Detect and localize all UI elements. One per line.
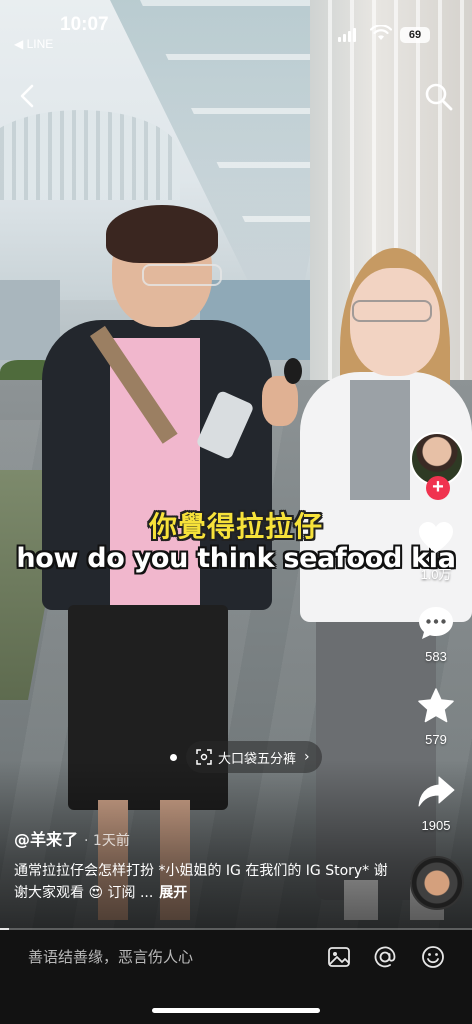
wifi-icon — [370, 25, 392, 40]
search-icon[interactable] — [422, 80, 456, 114]
music-disc[interactable] — [410, 856, 464, 910]
post-time: · 1天前 — [84, 833, 130, 849]
share-count: 1905 — [421, 818, 451, 833]
back-to-app-link[interactable]: ◀ LINE — [14, 37, 53, 51]
man-glasses — [142, 264, 222, 286]
page-dot — [170, 754, 177, 761]
comment-bar: 善语结善缘，恶言伤人心 — [0, 930, 472, 1024]
favorite-count: 579 — [425, 732, 447, 747]
share-button[interactable]: 1905 — [406, 772, 466, 833]
at-icon[interactable] — [372, 944, 398, 970]
image-icon[interactable] — [326, 944, 352, 970]
caption-text: 通常拉拉仔会怎样打扮 *小姐姐的 IG 在我们的 IG Story* 谢谢大家观… — [14, 863, 388, 901]
favorite-button[interactable]: 579 — [406, 686, 466, 747]
woman-top — [350, 380, 410, 500]
like-count: 1.0万 — [420, 567, 452, 582]
emoji-icon[interactable] — [420, 944, 446, 970]
woman-glasses — [352, 300, 432, 322]
comment-count: 583 — [425, 649, 447, 664]
subtitle-english: how do you think seafood kia — [16, 543, 456, 574]
creator-avatar-button[interactable]: + — [410, 432, 464, 500]
heart-icon[interactable] — [416, 518, 456, 558]
microphone — [284, 358, 302, 384]
collection-pill[interactable]: 大口袋五分裤 › — [186, 741, 322, 773]
like-button[interactable]: 1.0万 — [406, 518, 466, 583]
comment-icon[interactable] — [416, 603, 456, 643]
chevron-left-icon[interactable] — [12, 80, 44, 112]
woman-head — [350, 268, 440, 376]
status-bar: 10:07 ◀ LINE 69 — [0, 0, 472, 56]
video-frame[interactable] — [0, 0, 472, 930]
expand-caption-button[interactable]: 展开 — [159, 885, 187, 901]
status-time: 10:07 — [60, 14, 109, 35]
subtitle-chinese: 你覺得拉拉仔 — [148, 510, 323, 543]
author-handle[interactable]: @羊来了 — [14, 830, 78, 849]
star-icon[interactable] — [416, 686, 456, 726]
background-roof — [0, 110, 180, 200]
comment-input[interactable]: 善语结善缘，恶言伤人心 — [28, 946, 193, 967]
home-indicator — [152, 1008, 320, 1013]
share-icon[interactable] — [416, 772, 456, 812]
man-hair — [106, 205, 218, 263]
post-caption[interactable]: 通常拉拉仔会怎样打扮 *小姐姐的 IG 在我们的 IG Story* 谢谢大家观… — [14, 860, 394, 904]
collection-label: 大口袋五分裤 — [218, 751, 297, 767]
follow-plus-icon[interactable]: + — [426, 476, 450, 500]
cellular-signal-icon — [338, 28, 358, 42]
comment-button[interactable]: 583 — [406, 603, 466, 664]
battery-indicator: 69 — [400, 27, 430, 43]
post-author[interactable]: @羊来了 · 1天前 — [14, 826, 130, 850]
scan-icon — [196, 749, 212, 765]
chevron-right-icon: › — [304, 749, 310, 765]
